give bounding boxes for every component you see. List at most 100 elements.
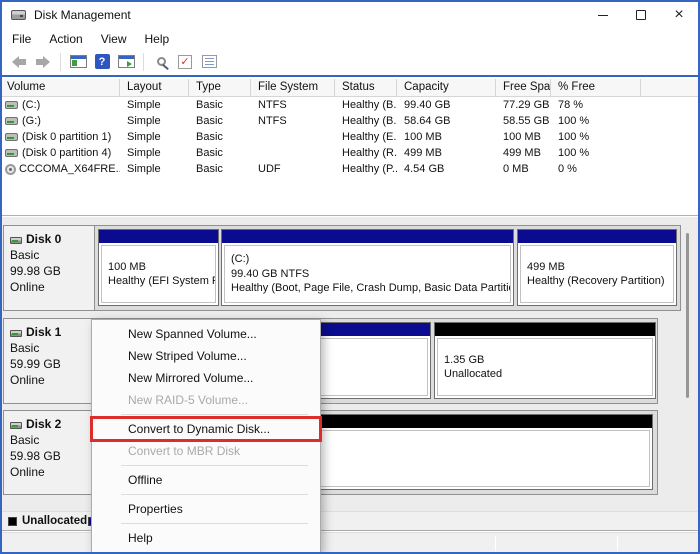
close-icon: × [674, 7, 683, 23]
cell-freespace: 100 MB [496, 131, 551, 143]
disk2-label[interactable]: Disk 2 Basic 59.98 GB Online [4, 411, 95, 494]
partition-status: Healthy (Recovery Partition) [527, 274, 673, 289]
disk-name: Disk 0 [26, 231, 61, 247]
disk0-label[interactable]: Disk 0 Basic 99.98 GB Online [4, 226, 95, 310]
menu-separator [121, 414, 308, 415]
disk-size: 59.98 GB [10, 448, 94, 464]
volume-row-partition1[interactable]: (Disk 0 partition 1) Simple Basic Health… [0, 129, 700, 145]
menu-separator [121, 523, 308, 524]
volume-row-partition4[interactable]: (Disk 0 partition 4) Simple Basic Health… [0, 145, 700, 161]
magnifier-icon [157, 57, 166, 66]
disk-icon [10, 422, 22, 429]
column-header-layout[interactable]: Layout [120, 79, 189, 97]
properties-icon [202, 55, 217, 68]
disk0-row: Disk 0 Basic 99.98 GB Online 100 MB Heal… [3, 225, 681, 311]
cell-type: Basic [189, 131, 251, 143]
cell-filesystem: NTFS [251, 115, 335, 127]
menu-file[interactable]: File [3, 30, 40, 48]
volume-row-g[interactable]: (G:) Simple Basic NTFS Healthy (B... 58.… [0, 113, 700, 129]
menu-item-help[interactable]: Help [92, 527, 320, 549]
close-button[interactable]: × [660, 0, 698, 30]
menu-item-new-mirrored-volume[interactable]: New Mirrored Volume... [92, 367, 320, 389]
statusbar-divider [495, 536, 496, 551]
column-header-capacity[interactable]: Capacity [397, 79, 496, 97]
disk0-partition-efi[interactable]: 100 MB Healthy (EFI System P [98, 229, 219, 306]
back-button[interactable] [7, 51, 31, 73]
disk-kind: Basic [10, 432, 94, 448]
cell-status: Healthy (P... [335, 163, 397, 175]
volume-row-c[interactable]: (C:) Simple Basic NTFS Healthy (B... 99.… [0, 97, 700, 113]
partition-size: 100 MB [108, 260, 215, 275]
toolbar-separator [60, 53, 61, 71]
cell-filesystem: NTFS [251, 99, 335, 111]
rescan-button[interactable] [149, 51, 173, 73]
partition-size: 1.35 GB [444, 353, 652, 368]
menu-item-offline[interactable]: Offline [92, 469, 320, 491]
column-header-volume[interactable]: Volume [0, 79, 120, 97]
disk-status: Online [10, 372, 94, 388]
volume-name: (G:) [22, 115, 41, 127]
action-pane-icon [118, 55, 135, 68]
forward-button[interactable] [31, 51, 55, 73]
menu-item-new-striped-volume[interactable]: New Striped Volume... [92, 345, 320, 367]
minimize-button[interactable] [584, 0, 622, 30]
back-arrow-icon [12, 56, 26, 68]
column-header-type[interactable]: Type [189, 79, 251, 97]
menu-help[interactable]: Help [136, 30, 179, 48]
action-pane-button[interactable] [114, 51, 138, 73]
partition-name: (C:) [231, 252, 510, 267]
cell-pctfree: 100 % [551, 131, 641, 143]
cell-capacity: 499 MB [397, 147, 496, 159]
check-button[interactable]: ✓ [173, 51, 197, 73]
disk-context-menu: New Spanned Volume... New Striped Volume… [91, 319, 321, 553]
cell-status: Healthy (B... [335, 115, 397, 127]
checkmark-icon: ✓ [178, 55, 192, 69]
disk-name: Disk 2 [26, 416, 61, 432]
drive-icon [5, 133, 18, 141]
cell-freespace: 58.55 GB [496, 115, 551, 127]
disk-icon [10, 237, 22, 244]
disk-size: 99.98 GB [10, 263, 94, 279]
console-tree-button[interactable] [66, 51, 90, 73]
forward-arrow-icon [36, 56, 50, 68]
cell-freespace: 77.29 GB [496, 99, 551, 111]
unallocated-swatch [8, 517, 17, 526]
column-header-pctfree[interactable]: % Free [551, 79, 641, 97]
help-button[interactable]: ? [90, 51, 114, 73]
volume-row-cccoma[interactable]: CCCOMA_X64FRE... Simple Basic UDF Health… [0, 161, 700, 177]
disk1-unallocated[interactable]: 1.35 GB Unallocated [434, 322, 656, 399]
column-header-filesystem[interactable]: File System [251, 79, 335, 97]
disk0-partition-recovery[interactable]: 499 MB Healthy (Recovery Partition) [517, 229, 677, 306]
toolbar: ? ✓ [0, 48, 700, 77]
minimize-icon [598, 15, 608, 16]
disk-icon [10, 330, 22, 337]
partition-color-bar [99, 230, 218, 243]
unallocated-legend-label: Unallocated [22, 515, 87, 527]
cell-type: Basic [189, 147, 251, 159]
disk-name: Disk 1 [26, 324, 61, 340]
disk-status: Online [10, 464, 94, 480]
menu-item-convert-to-dynamic-disk[interactable]: Convert to Dynamic Disk... [92, 418, 320, 440]
disk0-partition-c[interactable]: (C:) 99.40 GB NTFS Healthy (Boot, Page F… [221, 229, 514, 306]
volume-name: CCCOMA_X64FRE... [19, 163, 120, 175]
vertical-scrollbar[interactable] [686, 233, 689, 398]
partition-status: Unallocated [444, 367, 652, 382]
column-header-freespace[interactable]: Free Spa... [496, 79, 551, 97]
cell-type: Basic [189, 115, 251, 127]
cell-freespace: 499 MB [496, 147, 551, 159]
column-header-status[interactable]: Status [335, 79, 397, 97]
cell-status: Healthy (R... [335, 147, 397, 159]
menu-separator [121, 465, 308, 466]
menu-action[interactable]: Action [40, 30, 91, 48]
app-icon [11, 10, 26, 20]
toolbar-separator [143, 53, 144, 71]
menu-item-properties[interactable]: Properties [92, 498, 320, 520]
menu-item-new-spanned-volume[interactable]: New Spanned Volume... [92, 323, 320, 345]
volume-name: (Disk 0 partition 1) [22, 131, 111, 143]
cell-filesystem: UDF [251, 163, 335, 175]
disk1-label[interactable]: Disk 1 Basic 59.99 GB Online [4, 319, 95, 403]
maximize-button[interactable] [622, 0, 660, 30]
menu-view[interactable]: View [92, 30, 136, 48]
properties-button[interactable] [197, 51, 221, 73]
disk-kind: Basic [10, 340, 94, 356]
